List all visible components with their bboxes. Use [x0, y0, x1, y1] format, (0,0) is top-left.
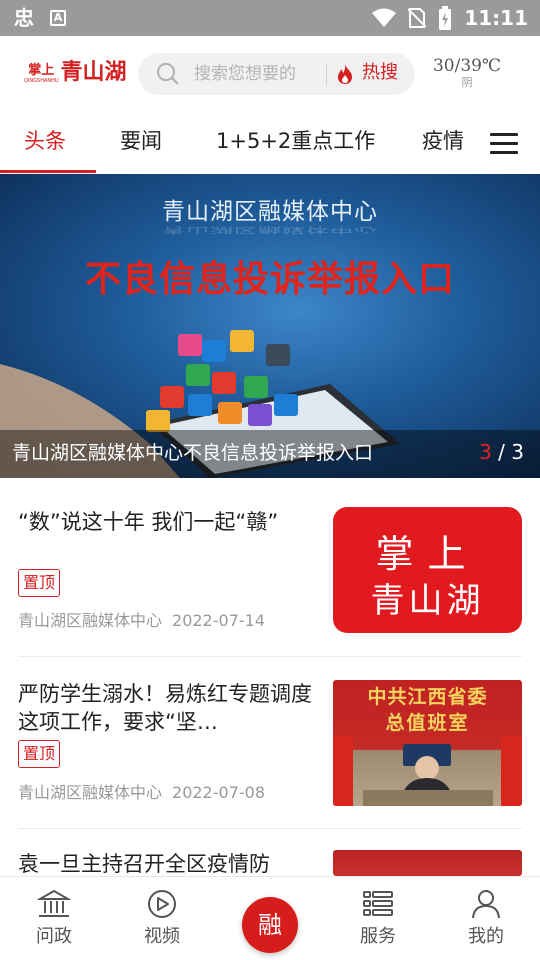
pinned-badge: 置顶: [18, 569, 61, 597]
search-icon: [157, 63, 179, 85]
thumb-meeting-line1: 中共江西省委: [367, 686, 488, 708]
banner-page-total: 3: [511, 440, 524, 464]
battery-charging-icon: [439, 6, 452, 30]
banner-headline: 不良信息投诉举报入口: [84, 259, 455, 300]
search-placeholder[interactable]: 搜索您想要的: [194, 62, 296, 86]
bottom-navigation: 问政 视频 融 服务 我的: [0, 876, 540, 960]
logo-small-text: 掌上: [28, 63, 55, 78]
nav-mine[interactable]: 我的: [446, 889, 526, 949]
app-logo[interactable]: 掌上 QINGSHANHU 青山湖: [24, 60, 127, 84]
nav-label: 问政: [36, 926, 72, 947]
nav-label: 我的: [468, 926, 504, 947]
news-date: 2022-07-08: [172, 783, 265, 802]
logo-text: 青山湖: [60, 59, 127, 85]
nav-wenzheng[interactable]: 问政: [14, 889, 94, 949]
status-bar: 忠 A 11:11: [0, 0, 540, 36]
search-divider: [326, 63, 327, 85]
news-title[interactable]: “数”说这十年 我们一起“赣”: [18, 508, 314, 564]
news-title[interactable]: 严防学生溺水！易炼红专题调度这项工作，要求“坚…: [18, 680, 314, 736]
service-list-icon: [363, 891, 393, 916]
news-thumbnail[interactable]: [333, 850, 522, 876]
thumb-logo-line2: 青山湖: [370, 581, 485, 621]
government-building-icon: [37, 889, 71, 917]
active-tab-indicator: [0, 170, 96, 173]
tab-key-work[interactable]: 1+5+2重点工作: [216, 126, 375, 156]
meeting-photo-illustration: [333, 736, 522, 806]
wifi-icon: [372, 8, 397, 27]
news-thumbnail[interactable]: 掌上 青山湖: [333, 507, 522, 633]
nav-label: 服务: [360, 926, 396, 947]
news-meta: 青山湖区融媒体中心 2022-07-14: [18, 610, 265, 632]
tab-headlines[interactable]: 头条: [24, 126, 66, 156]
weather-temperature: 30/39℃: [432, 56, 501, 76]
banner-caption: 青山湖区融媒体中心不良信息投诉举报入口: [12, 442, 374, 464]
banner-org-text: 青山湖区融媒体中心: [162, 199, 378, 225]
news-thumbnail[interactable]: 中共江西省委 总值班室: [333, 680, 522, 806]
play-circle-icon: [148, 890, 176, 918]
notification-glyph: 忠: [14, 6, 34, 30]
weather-condition: 阴: [461, 76, 473, 89]
news-source: 青山湖区融媒体中心: [18, 611, 163, 630]
clock: 11:11: [464, 6, 528, 30]
nav-video[interactable]: 视频: [122, 889, 202, 949]
pinned-badge: 置顶: [18, 740, 61, 768]
banner-page-current: 3: [479, 440, 492, 464]
logo-sub-text: QINGSHANHU: [24, 78, 59, 84]
banner-org-reflection: 青山湖区融媒体中心: [162, 225, 378, 235]
app-header: 掌上 QINGSHANHU 青山湖 搜索您想要的 热搜 30/39℃ 阴: [0, 36, 540, 112]
search-bar[interactable]: 搜索您想要的 热搜: [138, 53, 415, 95]
user-icon: [472, 890, 500, 919]
nav-label: 视频: [144, 926, 180, 947]
news-source: 青山湖区融媒体中心: [18, 783, 163, 802]
menu-icon[interactable]: [490, 133, 518, 155]
banner-page-separator: /: [491, 440, 512, 464]
no-sim-icon: [408, 8, 427, 28]
news-meta: 青山湖区融媒体中心 2022-07-08: [18, 782, 265, 804]
weather-widget[interactable]: 30/39℃ 阴: [432, 56, 502, 90]
feed-divider: [18, 656, 522, 657]
tab-news[interactable]: 要闻: [120, 126, 162, 156]
channel-tabs: 头条 要闻 1+5+2重点工作 疫情: [0, 112, 540, 174]
feed-divider: [18, 828, 522, 829]
thumb-logo-line1: 掌上: [375, 532, 480, 576]
banner-page-indicator: 3 / 3: [479, 438, 524, 466]
news-date: 2022-07-14: [172, 611, 265, 630]
nav-service[interactable]: 服务: [338, 889, 418, 949]
rong-center-button[interactable]: 融: [242, 897, 298, 953]
banner-carousel[interactable]: 青山湖区融媒体中心 青山湖区融媒体中心 不良信息投诉举报入口 青山湖区融媒体中心…: [0, 174, 540, 478]
a-notification-icon: A: [50, 10, 66, 26]
qingshanhu-logo-image: 掌上 青山湖: [333, 507, 522, 633]
fire-icon: [338, 64, 352, 84]
tab-epidemic[interactable]: 疫情: [422, 126, 464, 156]
hot-search-link[interactable]: 热搜: [362, 61, 398, 85]
